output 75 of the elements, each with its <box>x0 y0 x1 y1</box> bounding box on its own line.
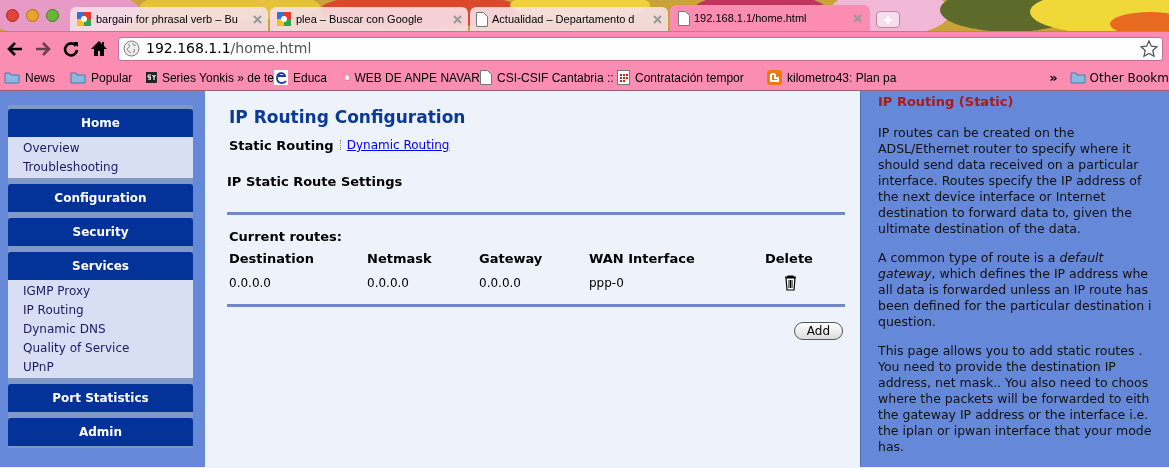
close-icon[interactable] <box>253 14 262 24</box>
plus-icon <box>883 14 893 25</box>
column-header: Destination <box>229 250 315 268</box>
folder-icon <box>1069 71 1086 84</box>
menu-header[interactable]: Security <box>8 218 193 246</box>
bookmark-item[interactable]: CSI-CSIF Cantabria :: <box>480 68 617 87</box>
star-icon[interactable] <box>1140 39 1158 58</box>
close-icon[interactable] <box>653 14 662 24</box>
menu-header[interactable]: Port Statistics <box>8 384 193 412</box>
close-icon[interactable] <box>453 14 462 24</box>
menu-header[interactable]: Admin <box>8 418 193 446</box>
bookmarks-overflow-button[interactable]: » <box>1049 67 1058 88</box>
bookmark-item[interactable]: Educa <box>274 68 345 87</box>
menu-item[interactable]: IP Routing <box>23 301 193 320</box>
browser-tab[interactable]: bargain for phrasal verb – Bu <box>70 7 268 31</box>
bookmark-item[interactable]: WEB DE ANPE NAVAR <box>345 68 480 87</box>
subnav-current[interactable]: Static Routing <box>229 135 334 155</box>
browser-tab[interactable]: 192.168.1.1/home.html <box>670 5 870 31</box>
google-icon <box>76 11 92 27</box>
bookmark-item[interactable]: kilometro43: Plan pa <box>767 68 932 87</box>
blog-logo-icon <box>767 70 782 85</box>
menu-item[interactable]: Troubleshooting <box>23 158 193 177</box>
help-paragraph: IP routes can be created on the ADSL/Ethernet router to specify where it should send data received on a particular interface. Routes specify the IP address of the next device interface or Internet destination to forward data to, given the ultimate destination of the data. <box>878 124 1143 237</box>
column-header: Gateway <box>479 250 544 268</box>
back-button[interactable] <box>6 40 24 57</box>
table-caption: Current routes: <box>229 227 343 246</box>
help-paragraph: This page allows you to add static routes . You need to provide the destination IP address, net mask.. You also need to choos where the packets will be forwarded to eith the gateway IP address or the interface i.e. the iplan or ipwan interface that your mode has. <box>878 342 1153 455</box>
menu-item[interactable]: IGMP Proxy <box>23 282 193 301</box>
url-text: 192.168.1.1/home.html <box>146 39 313 58</box>
menu-item[interactable]: Quality of Service <box>23 339 193 358</box>
browser-tab[interactable]: plea – Buscar con Google <box>270 7 468 31</box>
forward-button[interactable] <box>34 40 52 57</box>
tab-title: 192.168.1.1/home.html <box>694 10 807 26</box>
table-cell-text: 0.0.0.0 <box>367 274 410 292</box>
tab-title: plea – Buscar con Google <box>296 11 423 27</box>
help-paragraph: A common type of route is a default gateway, which defines the IP address whe all data is forwarded unless an IP route has been defined for the particular destination i question. <box>878 249 1153 330</box>
calendar-icon <box>617 70 630 85</box>
page-title: IP Routing Configuration <box>229 106 467 129</box>
other-bookmarks-button[interactable]: Other Bookm <box>1069 68 1169 87</box>
folder-icon <box>4 71 20 84</box>
new-tab-button[interactable] <box>876 11 900 28</box>
bookmark-item[interactable]: Popular <box>70 68 146 87</box>
section-heading: IP Static Route Settings <box>227 173 404 191</box>
trash-icon[interactable] <box>783 274 797 291</box>
menu-item[interactable]: UPnP <box>23 358 193 377</box>
tab-title: bargain for phrasal verb – Bu <box>96 11 238 27</box>
menu-header[interactable]: Services <box>8 252 193 280</box>
address-bar[interactable]: 192.168.1.1/home.html <box>118 36 1163 61</box>
google-icon <box>276 11 292 27</box>
page-icon <box>476 11 488 27</box>
help-title: IP Routing (Static) <box>878 93 1015 111</box>
column-header: WAN Interface <box>589 250 696 268</box>
bookmark-item[interactable]: News <box>4 68 70 87</box>
tab-title: Actualidad – Departamento d <box>492 11 635 27</box>
bookmark-item[interactable]: Contratación tempor <box>617 68 767 87</box>
column-header: Netmask <box>367 250 433 268</box>
table-cell-text: 0.0.0.0 <box>479 274 522 292</box>
column-header: Delete <box>765 250 814 268</box>
page-icon <box>480 70 492 85</box>
browser-tab[interactable]: Actualidad – Departamento d <box>470 7 668 31</box>
square-logo-icon <box>146 70 157 85</box>
folder-icon <box>70 71 86 84</box>
menu-header[interactable]: Configuration <box>8 184 193 212</box>
subnav-link[interactable]: Dynamic Routing <box>346 136 450 155</box>
menu-header[interactable]: Home <box>8 109 193 137</box>
home-button[interactable] <box>90 40 108 57</box>
reload-button[interactable] <box>62 39 80 58</box>
globe-icon <box>123 40 140 57</box>
add-button[interactable]: Add <box>793 321 843 340</box>
table-cell-text: ppp-0 <box>589 274 625 292</box>
bookmark-item[interactable]: Series Yonkis » de te <box>146 68 274 87</box>
menu-item[interactable]: Dynamic DNS <box>23 320 193 339</box>
table-cell-text: 0.0.0.0 <box>229 274 272 292</box>
curve-logo-icon <box>274 70 288 85</box>
menu-item[interactable]: Overview <box>23 139 193 158</box>
